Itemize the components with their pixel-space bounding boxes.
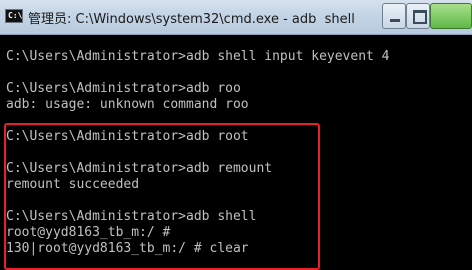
console-line: C:\Users\Administrator>adb shell input k… (6, 49, 390, 64)
highlight-box (4, 123, 320, 270)
close-button[interactable] (430, 3, 472, 29)
maximize-button[interactable] (406, 3, 430, 29)
console-line: C:\Users\Administrator>adb roo (6, 81, 241, 96)
minimize-button[interactable] (382, 3, 406, 29)
window-title: 管理员: C:\Windows\system32\cmd.exe - adb s… (28, 12, 355, 27)
console-line: adb: usage: unknown command roo (6, 97, 249, 112)
window-titlebar[interactable]: C:\ 管理员: C:\Windows\system32\cmd.exe - a… (0, 0, 472, 35)
console-output[interactable]: C:\Users\Administrator>adb shell input k… (0, 35, 472, 270)
cmd-icon[interactable]: C:\ (5, 9, 23, 23)
